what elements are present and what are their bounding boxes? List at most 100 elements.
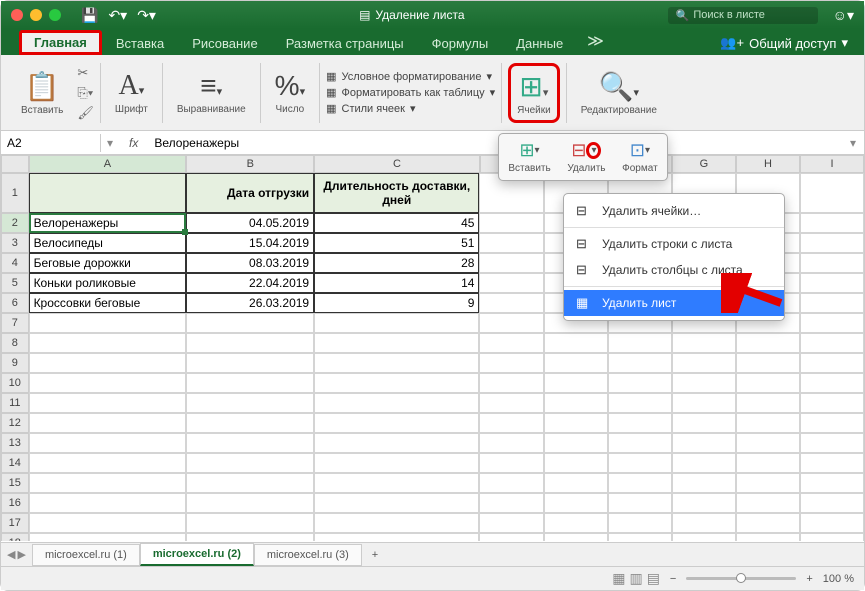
row-header-5[interactable]: 5 bbox=[1, 273, 29, 293]
cell[interactable] bbox=[314, 513, 479, 533]
cell[interactable] bbox=[314, 413, 479, 433]
cell[interactable] bbox=[29, 433, 187, 453]
cell[interactable] bbox=[479, 373, 543, 393]
cell[interactable] bbox=[186, 353, 314, 373]
menu-delete-rows[interactable]: ⊟ Удалить строки с листа bbox=[564, 231, 784, 257]
cell[interactable] bbox=[29, 493, 187, 513]
cell[interactable] bbox=[479, 453, 543, 473]
cell[interactable] bbox=[314, 313, 479, 333]
cell[interactable] bbox=[29, 533, 187, 541]
cell-b3[interactable]: 15.04.2019 bbox=[186, 233, 314, 253]
cell[interactable] bbox=[736, 333, 800, 353]
cell[interactable] bbox=[608, 533, 672, 541]
close-window-icon[interactable] bbox=[11, 9, 23, 21]
row-header-2[interactable]: 2 bbox=[1, 213, 29, 233]
cell[interactable] bbox=[672, 333, 736, 353]
cell[interactable] bbox=[608, 493, 672, 513]
zoom-out-button[interactable]: − bbox=[670, 573, 676, 585]
cell[interactable] bbox=[736, 353, 800, 373]
cell[interactable] bbox=[800, 393, 864, 413]
cell[interactable] bbox=[608, 473, 672, 493]
cell[interactable] bbox=[186, 373, 314, 393]
cell[interactable] bbox=[544, 473, 608, 493]
cell[interactable] bbox=[672, 393, 736, 413]
cell[interactable] bbox=[544, 393, 608, 413]
col-header-i[interactable]: I bbox=[800, 155, 864, 173]
cell[interactable] bbox=[186, 513, 314, 533]
cell[interactable] bbox=[186, 413, 314, 433]
row-header[interactable]: 15 bbox=[1, 473, 29, 493]
cell[interactable] bbox=[544, 533, 608, 541]
row-header[interactable]: 16 bbox=[1, 493, 29, 513]
cell-a5[interactable]: Коньки роликовые bbox=[29, 273, 187, 293]
cell[interactable] bbox=[800, 533, 864, 541]
cell[interactable] bbox=[314, 353, 479, 373]
cell[interactable] bbox=[186, 473, 314, 493]
cell[interactable] bbox=[608, 433, 672, 453]
cell[interactable] bbox=[479, 273, 543, 293]
cell[interactable] bbox=[608, 333, 672, 353]
cell[interactable] bbox=[29, 413, 187, 433]
cell[interactable] bbox=[479, 393, 543, 413]
cell[interactable] bbox=[186, 453, 314, 473]
select-all-corner[interactable] bbox=[1, 155, 29, 173]
col-header-b[interactable]: B bbox=[186, 155, 314, 173]
cell[interactable] bbox=[29, 393, 187, 413]
cell[interactable] bbox=[800, 473, 864, 493]
cell[interactable] bbox=[672, 413, 736, 433]
cell[interactable] bbox=[800, 413, 864, 433]
cell[interactable] bbox=[29, 353, 187, 373]
cell[interactable] bbox=[800, 433, 864, 453]
cell[interactable] bbox=[544, 493, 608, 513]
cell-c3[interactable]: 51 bbox=[314, 233, 479, 253]
group-font[interactable]: A▾ Шрифт bbox=[107, 70, 156, 115]
cell-c6[interactable]: 9 bbox=[314, 293, 479, 313]
col-header-a[interactable]: A bbox=[29, 155, 187, 173]
cell-a4[interactable]: Беговые дорожки bbox=[29, 253, 187, 273]
sheet-tab-3[interactable]: microexcel.ru (3) bbox=[254, 544, 362, 566]
cell[interactable] bbox=[544, 453, 608, 473]
cell[interactable] bbox=[29, 333, 187, 353]
row-header[interactable]: 12 bbox=[1, 413, 29, 433]
cell[interactable] bbox=[800, 353, 864, 373]
zoom-slider[interactable] bbox=[686, 577, 796, 580]
cell[interactable] bbox=[672, 473, 736, 493]
group-clipboard[interactable]: 📋 Вставить bbox=[13, 70, 71, 116]
name-box[interactable]: A2 bbox=[1, 134, 101, 152]
cell[interactable] bbox=[800, 333, 864, 353]
cell[interactable] bbox=[186, 393, 314, 413]
cell[interactable] bbox=[186, 533, 314, 541]
cell[interactable] bbox=[672, 493, 736, 513]
cell[interactable] bbox=[608, 453, 672, 473]
cell[interactable] bbox=[29, 453, 187, 473]
cell[interactable] bbox=[544, 333, 608, 353]
cell[interactable] bbox=[479, 213, 543, 233]
cut-icon[interactable]: ✂ bbox=[77, 65, 94, 81]
cell[interactable] bbox=[736, 393, 800, 413]
formula-input[interactable]: Велоренажеры bbox=[148, 136, 842, 150]
cell[interactable] bbox=[800, 293, 864, 313]
formula-expand-icon[interactable]: ▾ bbox=[842, 136, 864, 150]
cell[interactable] bbox=[479, 533, 543, 541]
view-normal-icon[interactable]: ▦ bbox=[612, 570, 625, 587]
row-header[interactable]: 14 bbox=[1, 453, 29, 473]
zoom-value[interactable]: 100 % bbox=[823, 573, 854, 585]
tab-home[interactable]: Главная bbox=[19, 30, 102, 55]
cell[interactable] bbox=[314, 333, 479, 353]
cell[interactable] bbox=[479, 293, 543, 313]
row-header-6[interactable]: 6 bbox=[1, 293, 29, 313]
col-header-h[interactable]: H bbox=[736, 155, 800, 173]
cell[interactable] bbox=[479, 333, 543, 353]
cell[interactable] bbox=[608, 393, 672, 413]
tab-draw[interactable]: Рисование bbox=[178, 32, 271, 55]
undo-icon[interactable]: ↶▾ bbox=[108, 7, 127, 24]
cell-a3[interactable]: Велосипеды bbox=[29, 233, 187, 253]
cell[interactable] bbox=[186, 493, 314, 513]
cell[interactable] bbox=[314, 473, 479, 493]
feedback-icon[interactable]: ☺▾ bbox=[833, 7, 854, 24]
cell[interactable] bbox=[608, 413, 672, 433]
sheet-nav-first-icon[interactable]: ◀ bbox=[7, 548, 15, 561]
view-layout-icon[interactable]: ▥ bbox=[629, 570, 642, 587]
cell[interactable] bbox=[314, 373, 479, 393]
cell[interactable] bbox=[736, 473, 800, 493]
